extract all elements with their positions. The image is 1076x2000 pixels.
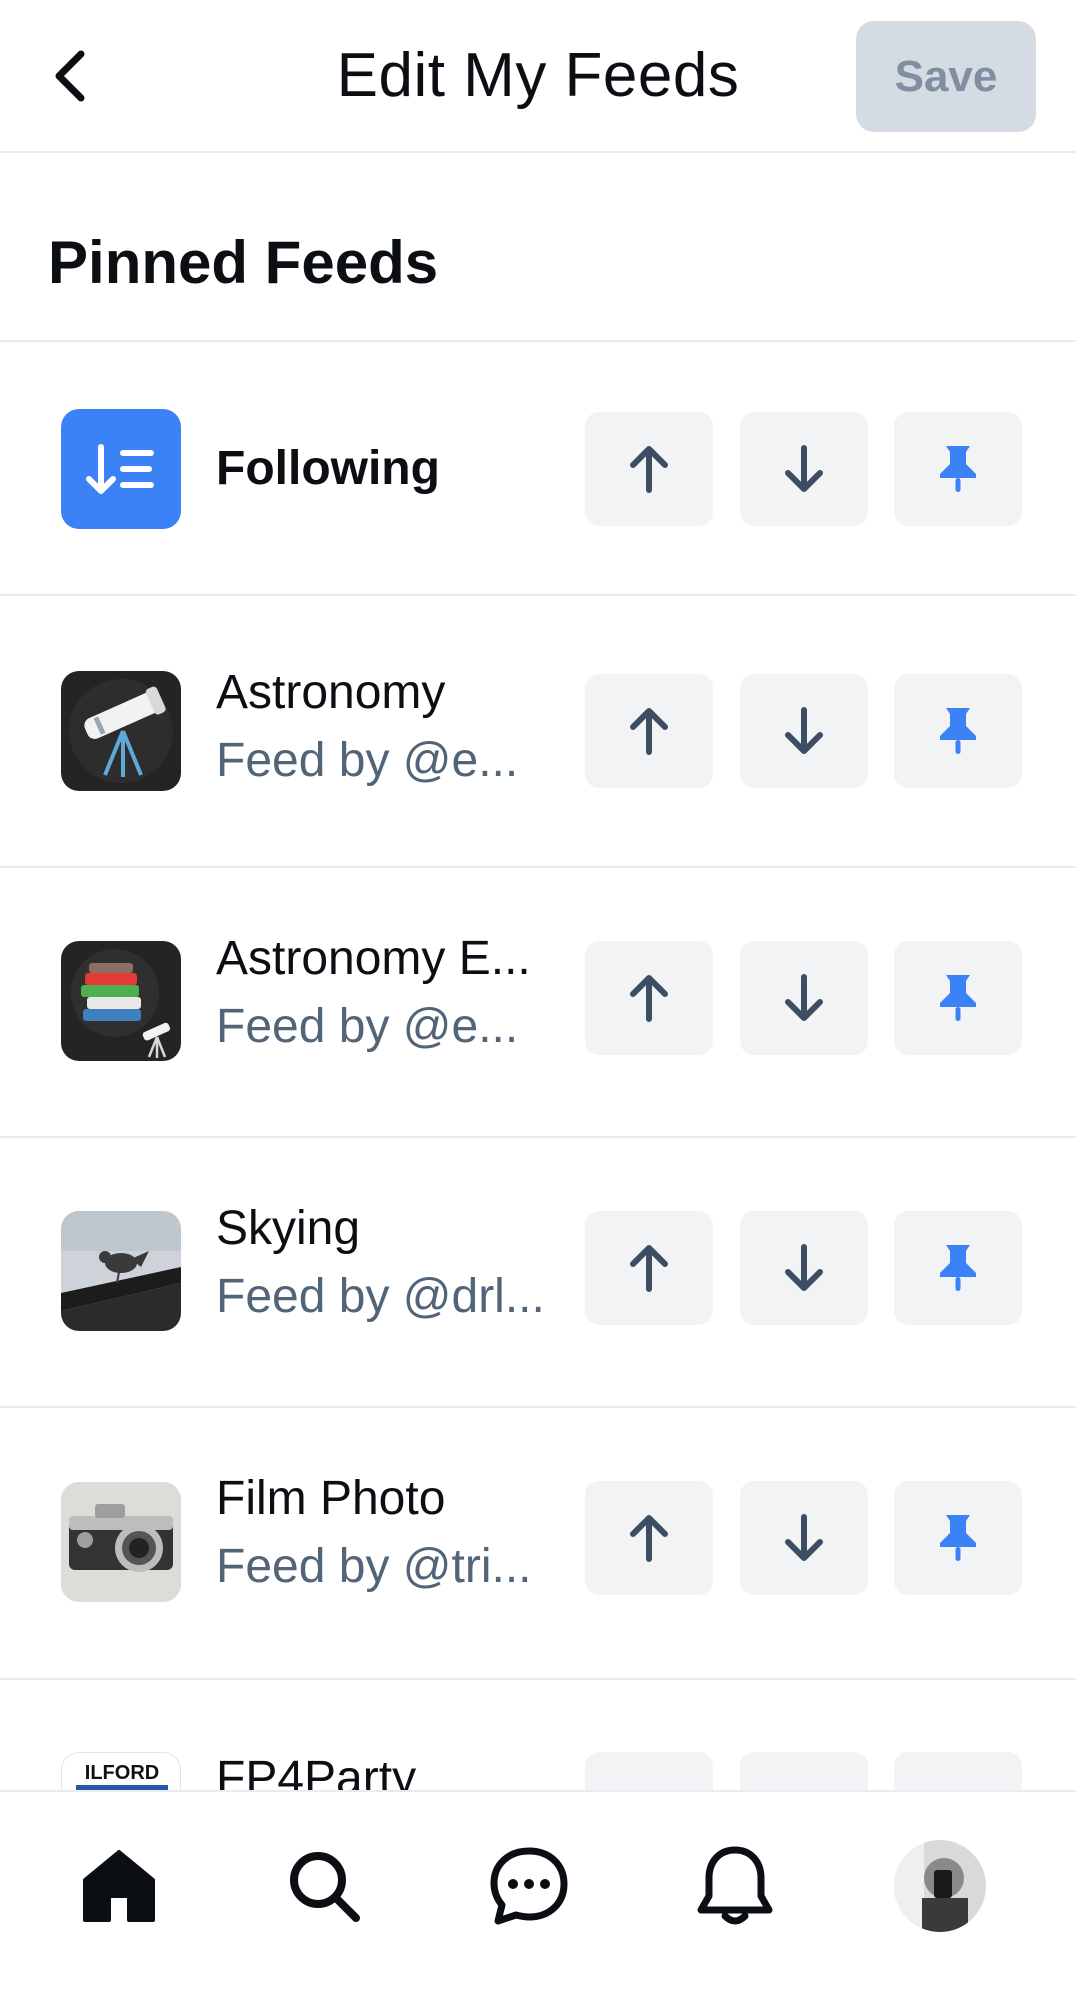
- tab-chat[interactable]: [479, 1836, 579, 1936]
- ilford-logo-image: ILFORD: [61, 1752, 181, 1790]
- feed-name: Following: [216, 442, 440, 495]
- feed-row-fp4party[interactable]: ILFORD FP4Party: [0, 1680, 1076, 1790]
- pin-icon: [940, 708, 976, 754]
- move-down-button[interactable]: [740, 412, 868, 526]
- feed-creator: Feed by @e...: [216, 1000, 519, 1053]
- arrow-down-icon: [785, 445, 823, 492]
- feed-row-skying[interactable]: Skying Feed by @drl...: [0, 1138, 1076, 1408]
- unpin-button[interactable]: [894, 412, 1022, 526]
- tab-profile[interactable]: [890, 1836, 990, 1936]
- bottom-tab-bar: [0, 1790, 1076, 2000]
- feed-creator: Feed by @tri...: [216, 1540, 532, 1593]
- svg-text:ILFORD: ILFORD: [85, 1762, 159, 1784]
- pin-icon: [940, 1515, 976, 1561]
- move-down-button[interactable]: [740, 1211, 868, 1325]
- books-telescope-image: [61, 941, 181, 1061]
- unpin-button[interactable]: [894, 674, 1022, 788]
- pinned-feed-list: Following Astronomy Feed by @e... Astron…: [0, 342, 1076, 1790]
- feed-creator: Feed by @e...: [216, 734, 519, 787]
- tab-notifications[interactable]: [685, 1836, 785, 1936]
- feed-name: Skying: [216, 1202, 361, 1255]
- arrow-up-icon: [630, 1245, 668, 1292]
- feed-name: Astronomy: [216, 666, 446, 719]
- arrow-down-icon: [785, 707, 823, 754]
- arrow-down-icon: [785, 974, 823, 1021]
- bell-icon: [697, 1846, 773, 1925]
- move-up-button[interactable]: [585, 941, 713, 1055]
- back-button[interactable]: [36, 36, 102, 116]
- pin-icon: [940, 1245, 976, 1291]
- arrow-up-icon: [630, 975, 668, 1022]
- arrow-up-icon: [630, 1515, 668, 1562]
- move-up-button[interactable]: [585, 1211, 713, 1325]
- move-down-button[interactable]: [740, 941, 868, 1055]
- pin-icon: [940, 975, 976, 1021]
- feed-row-astronomy[interactable]: Astronomy Feed by @e...: [0, 596, 1076, 868]
- feed-row-film-photo[interactable]: Film Photo Feed by @tri...: [0, 1408, 1076, 1680]
- unpin-button[interactable]: [894, 1211, 1022, 1325]
- arrow-up-icon: [630, 446, 668, 493]
- top-bar: Edit My Feeds Save: [0, 0, 1076, 153]
- arrow-down-icon: [785, 1244, 823, 1291]
- camera-image: [61, 1482, 181, 1602]
- chat-icon: [490, 1847, 568, 1925]
- save-button[interactable]: Save: [856, 21, 1036, 132]
- feed-name: Film Photo: [216, 1472, 446, 1525]
- move-up-button[interactable]: [585, 1481, 713, 1595]
- unpin-button[interactable]: [894, 1752, 1022, 1790]
- unpin-button[interactable]: [894, 1481, 1022, 1595]
- home-icon: [83, 1850, 155, 1922]
- move-up-button[interactable]: [585, 1752, 713, 1790]
- move-up-button[interactable]: [585, 412, 713, 526]
- feed-creator: Feed by @drl...: [216, 1270, 545, 1323]
- search-icon: [290, 1852, 360, 1922]
- profile-avatar: [894, 1840, 986, 1932]
- unpin-button[interactable]: [894, 941, 1022, 1055]
- arrow-up-icon: [630, 708, 668, 755]
- bird-sky-image: [61, 1211, 181, 1331]
- section-title: Pinned Feeds: [48, 229, 439, 296]
- move-down-button[interactable]: [740, 1481, 868, 1595]
- arrow-down-icon: [785, 1514, 823, 1561]
- feed-row-following[interactable]: Following: [0, 342, 1076, 596]
- following-icon: [61, 409, 181, 529]
- move-down-button[interactable]: [740, 674, 868, 788]
- move-down-button[interactable]: [740, 1752, 868, 1790]
- move-up-button[interactable]: [585, 674, 713, 788]
- telescope-image: [61, 671, 181, 791]
- pin-icon: [940, 446, 976, 492]
- feed-name: Astronomy E...: [216, 932, 531, 985]
- feed-name: FP4Party: [216, 1752, 417, 1790]
- tab-search[interactable]: [274, 1836, 374, 1936]
- feed-row-astronomy-e[interactable]: Astronomy E... Feed by @e...: [0, 868, 1076, 1138]
- tab-home[interactable]: [69, 1836, 169, 1936]
- chevron-left-icon: [55, 50, 85, 102]
